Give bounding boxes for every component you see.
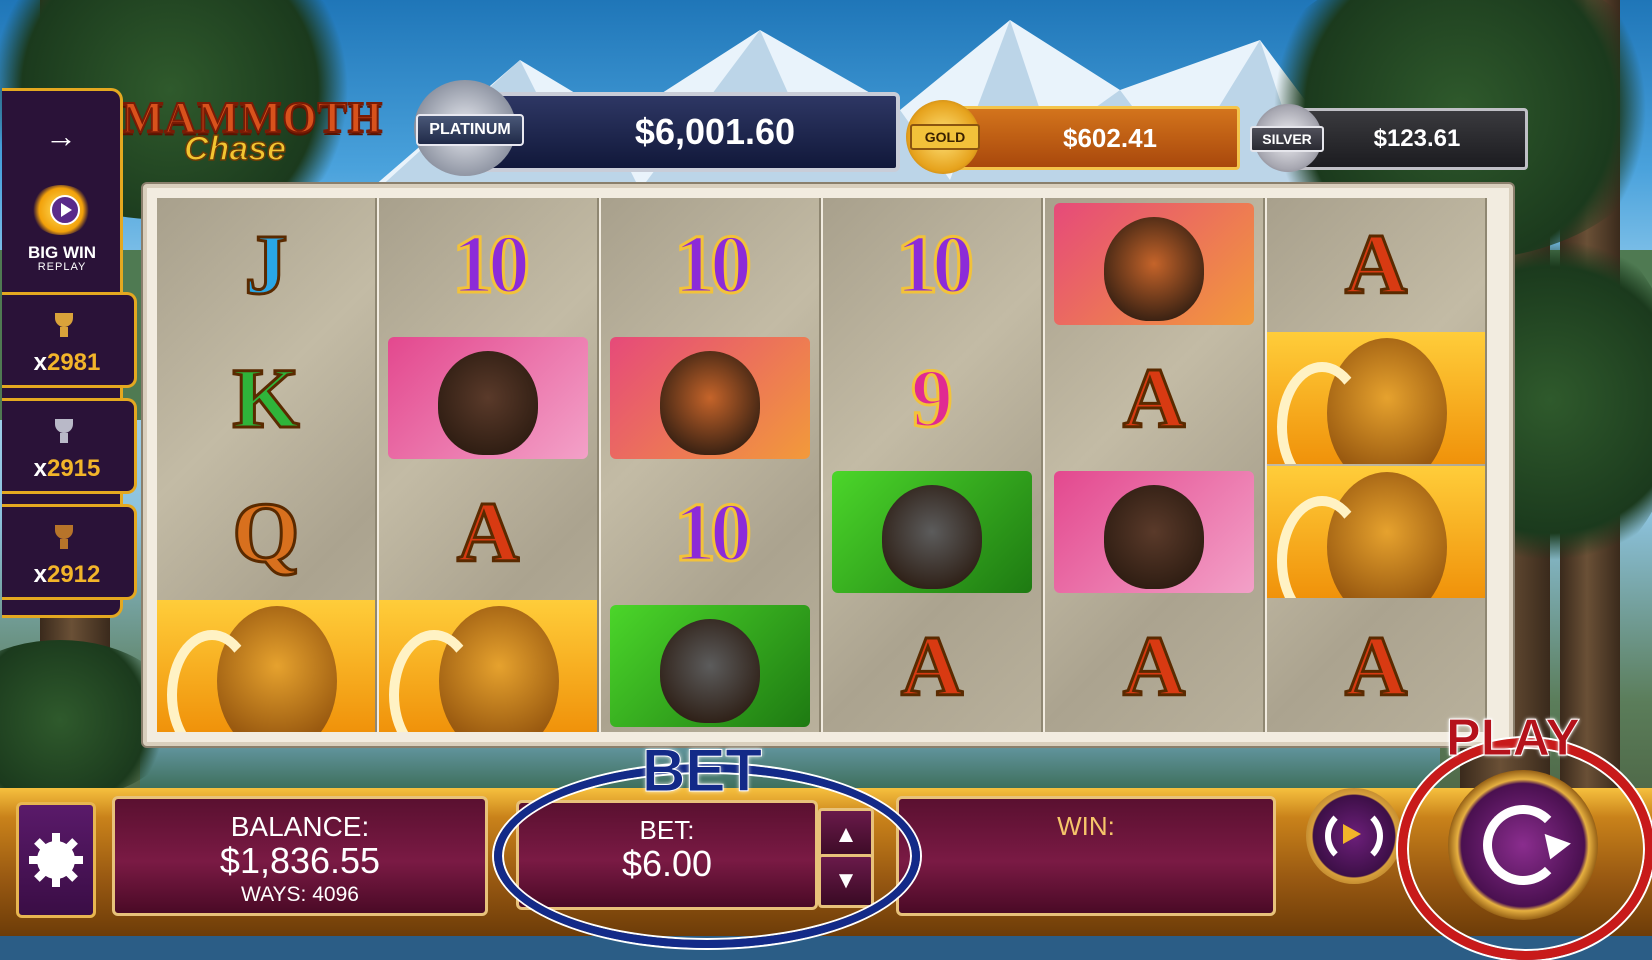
- symbol-a: A: [1045, 332, 1263, 464]
- symbol-9: 9: [823, 332, 1041, 464]
- play-highlight-ellipse: [1398, 738, 1652, 960]
- mammoth-icon: [1267, 332, 1485, 464]
- symbol-mammoth: [1267, 466, 1485, 598]
- trophy-icon: [44, 517, 84, 557]
- symbol-elk: [379, 332, 597, 464]
- bet-annotation: BET: [642, 737, 763, 805]
- symbol-label: 10: [451, 216, 532, 312]
- symbol-k: K: [157, 332, 375, 464]
- symbol-a: A: [1267, 198, 1485, 330]
- silver-amount: $123.61: [1373, 125, 1461, 152]
- symbol-wolf: [601, 600, 819, 732]
- symbol-sabertooth: [1045, 198, 1263, 330]
- silver-label: SILVER: [1250, 126, 1324, 152]
- play-annotation: PLAY: [1446, 709, 1581, 768]
- symbol-label: 10: [673, 216, 754, 312]
- sabertooth-icon: [1054, 203, 1254, 325]
- game-logo: MAMMOTH Chase: [121, 92, 398, 169]
- reel-column: JKQ: [157, 198, 377, 732]
- collapse-arrow-icon[interactable]: →: [2, 91, 120, 181]
- reel-column: AA: [1267, 198, 1487, 732]
- trophy-counter-3[interactable]: x2912: [2, 504, 137, 600]
- trophy-count: x2981: [33, 349, 101, 376]
- gold-amount-box: $602.41: [940, 106, 1240, 170]
- platinum-amount: $6,001.60: [634, 111, 796, 152]
- trophy-icon: [44, 305, 84, 345]
- trophy-count: x2915: [33, 455, 101, 482]
- mammoth-icon: [379, 600, 597, 732]
- symbol-label: A: [1343, 215, 1408, 314]
- mammoth-icon: [157, 600, 375, 732]
- big-win-title: BIG WIN: [28, 243, 96, 262]
- symbol-a: A: [1045, 600, 1263, 732]
- gold-label: GOLD: [910, 124, 980, 150]
- symbol-j: J: [157, 198, 375, 330]
- trophy-count: x2912: [33, 561, 101, 588]
- ways-label: WAYS: 4096: [241, 883, 359, 906]
- symbol-q: Q: [157, 466, 375, 598]
- symbol-label: J: [243, 215, 289, 314]
- win-label: WIN:: [1057, 811, 1115, 841]
- big-win-replay-button[interactable]: BIG WIN REPLAY: [12, 181, 112, 277]
- symbol-a: A: [379, 466, 597, 598]
- big-win-subtitle: REPLAY: [37, 261, 87, 273]
- logo-line-2: Chase: [183, 129, 287, 169]
- symbol-label: 10: [895, 216, 976, 312]
- symbol-10: 10: [379, 198, 597, 330]
- mammoth-icon: [1267, 466, 1485, 598]
- symbol-label: K: [231, 349, 301, 448]
- platinum-amount-box: $6,001.60: [460, 92, 900, 172]
- symbol-sabertooth: [601, 332, 819, 464]
- elk-icon: [1054, 471, 1254, 593]
- symbol-mammoth: [379, 600, 597, 732]
- reel-grid: J K Q 10 A 10 10 10 9 A A A A A: [143, 184, 1513, 746]
- trophy-icon: [44, 411, 84, 451]
- symbol-label: 9: [910, 350, 955, 446]
- elk-icon: [388, 337, 588, 459]
- reel-column: 10 A: [379, 198, 599, 732]
- trophy-counter-1[interactable]: x2981: [2, 292, 137, 388]
- symbol-10: 10: [601, 198, 819, 330]
- symbol-10: 10: [823, 198, 1041, 330]
- balance-value: $1,836.55: [219, 840, 381, 881]
- settings-button[interactable]: [16, 802, 96, 918]
- balance-panel: BALANCE: $1,836.55 WAYS: 4096: [112, 796, 488, 916]
- symbol-label: Q: [231, 483, 301, 582]
- symbol-label: 10: [673, 484, 754, 580]
- wolf-icon: [832, 471, 1032, 593]
- play-icon: [50, 195, 80, 225]
- symbol-label: A: [455, 483, 520, 582]
- reel-column: 10 9 A: [823, 198, 1043, 732]
- symbol-label: A: [899, 617, 964, 716]
- trophy-counter-2[interactable]: x2915: [2, 398, 137, 494]
- wolf-icon: [610, 605, 810, 727]
- win-panel: WIN:: [896, 796, 1276, 916]
- symbol-elk: [1045, 466, 1263, 598]
- platinum-label: PLATINUM: [416, 114, 524, 146]
- symbol-label: A: [1121, 617, 1186, 716]
- gold-amount: $602.41: [1063, 122, 1157, 153]
- symbol-a: A: [823, 600, 1041, 732]
- sabertooth-icon: [610, 337, 810, 459]
- gear-icon: [29, 833, 83, 887]
- reel-column: AA: [1045, 198, 1265, 732]
- symbol-wolf: [823, 466, 1041, 598]
- symbol-mammoth: [1267, 332, 1485, 464]
- symbol-label: A: [1121, 349, 1186, 448]
- symbol-10: 10: [601, 466, 819, 598]
- autoplay-button[interactable]: [1306, 788, 1402, 884]
- autoplay-icon: [1325, 807, 1383, 865]
- symbol-label: A: [1343, 617, 1408, 716]
- reel-column: 10 10: [601, 198, 821, 732]
- balance-label: BALANCE:: [230, 811, 370, 842]
- symbol-mammoth: [157, 600, 375, 732]
